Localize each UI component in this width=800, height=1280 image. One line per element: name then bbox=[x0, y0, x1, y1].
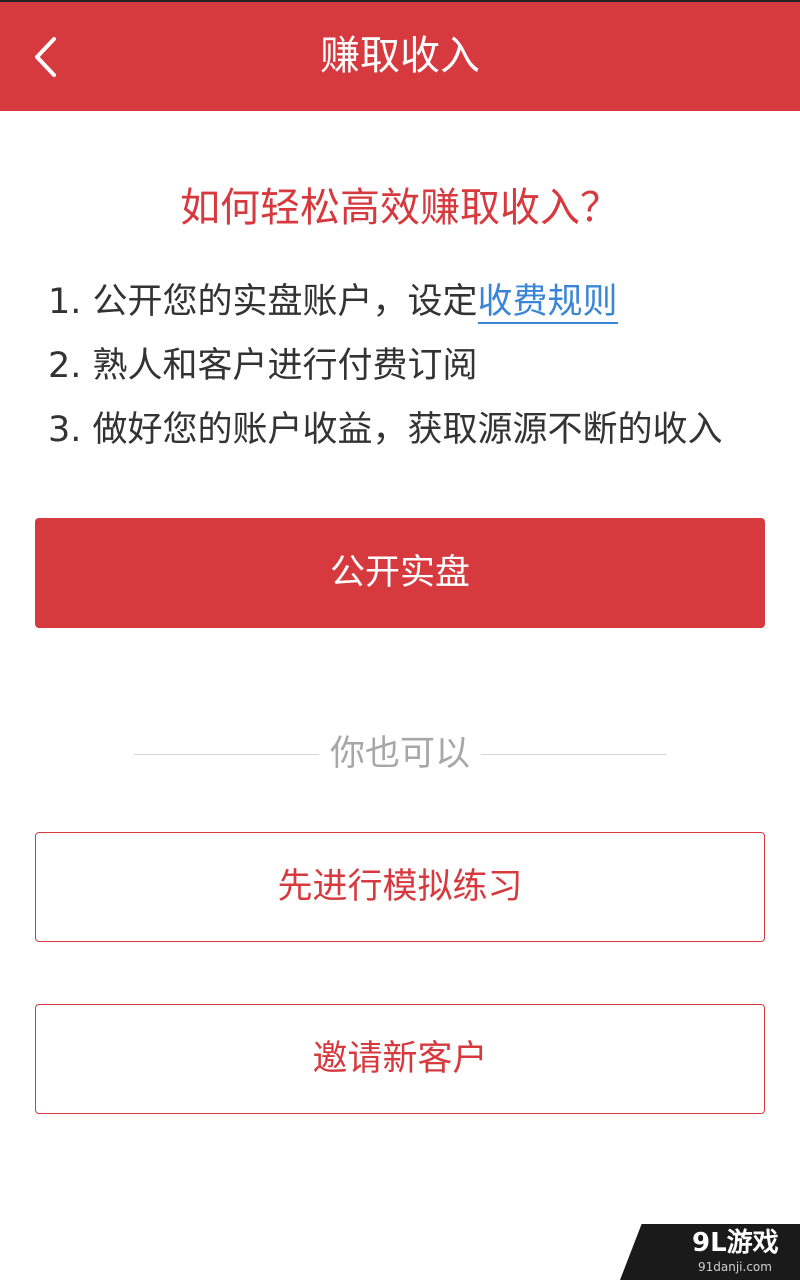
watermark-brand: 9L游戏 bbox=[692, 1228, 779, 1258]
page-title: 赚取收入 bbox=[320, 33, 480, 79]
step-item-1: 1. 公开您的实盘账户，设定收费规则 bbox=[48, 270, 723, 334]
fee-rules-link[interactable]: 收费规则 bbox=[477, 282, 618, 324]
step-item-2: 2. 熟人和客户进行付费订阅 bbox=[48, 346, 478, 386]
practice-simulation-button[interactable]: 先进行模拟练习 bbox=[35, 832, 765, 942]
top-app-bar: 赚取收入 bbox=[0, 0, 800, 111]
steps-list: 1. 公开您的实盘账户，设定收费规则 2. 熟人和客户进行付费订阅 3. 做好您… bbox=[48, 270, 723, 462]
watermark-url: 91danji.com bbox=[698, 1260, 772, 1274]
invite-client-button[interactable]: 邀请新客户 bbox=[35, 1004, 765, 1114]
divider-label: 你也可以 bbox=[329, 734, 470, 774]
watermark-logo: 9L游戏 91danji.com bbox=[620, 1224, 800, 1280]
publish-real-account-button[interactable]: 公开实盘 bbox=[35, 518, 765, 628]
step-item-3: 3. 做好您的账户收益，获取源源不断的收入 bbox=[48, 410, 723, 450]
intro-question: 如何轻松高效赚取收入？ bbox=[180, 185, 620, 231]
divider-line-right bbox=[481, 754, 667, 755]
step-text: 1. 公开您的实盘账户，设定 bbox=[48, 282, 478, 322]
